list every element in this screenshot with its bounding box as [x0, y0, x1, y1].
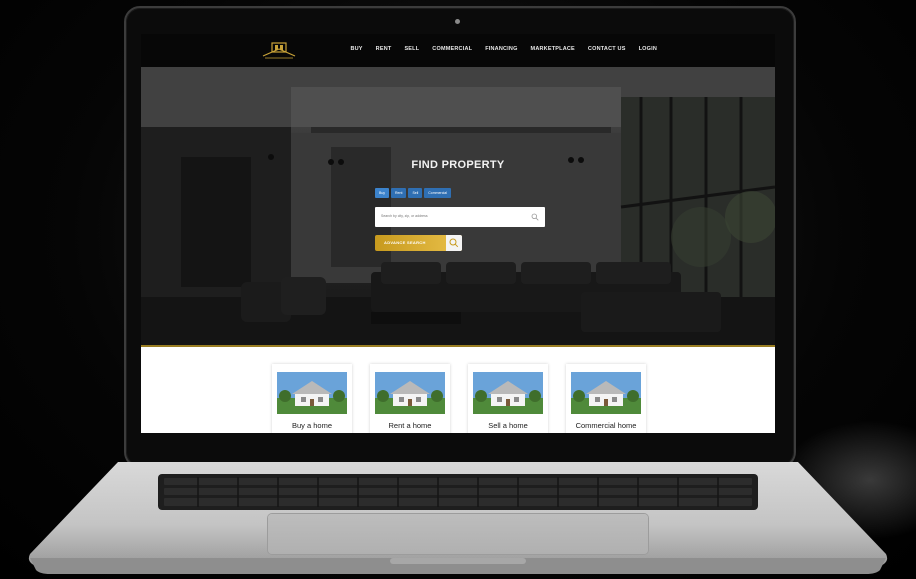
card-commercial-home[interactable]: Commercial home: [566, 364, 646, 433]
house-photo: [375, 372, 445, 414]
nav-commercial[interactable]: COMMERCIAL: [432, 46, 472, 52]
laptop-screen: BUY RENT SELL COMMERCIAL FINANCING MARKE…: [141, 34, 775, 433]
category-cards: Buy a home Rent a home Sell a home Comme…: [272, 364, 646, 433]
nav-sell[interactable]: SELL: [404, 46, 419, 52]
tab-sell[interactable]: Sell: [408, 188, 423, 198]
search-icon: [449, 238, 459, 248]
search-box: [375, 207, 545, 227]
hero-accent-line: [141, 345, 775, 347]
house-logo-icon[interactable]: [259, 40, 299, 60]
house-photo: [571, 372, 641, 414]
keyboard-keys: [164, 477, 752, 507]
card-rent-home[interactable]: Rent a home: [370, 364, 450, 433]
nav-marketplace[interactable]: MARKETPLACE: [531, 46, 575, 52]
card-label: Commercial home: [575, 421, 637, 430]
top-navigation: BUY RENT SELL COMMERCIAL FINANCING MARKE…: [141, 34, 775, 68]
card-label: Buy a home: [291, 421, 333, 430]
webcam: [455, 19, 460, 24]
nav-financing[interactable]: FINANCING: [485, 46, 517, 52]
tab-rent[interactable]: Rent: [391, 188, 407, 198]
nav-login[interactable]: LOGIN: [639, 46, 657, 52]
trackpad: [268, 514, 648, 554]
hero-title: FIND PROPERTY: [411, 159, 505, 171]
nav-rent[interactable]: RENT: [376, 46, 392, 52]
advance-search-label: ADVANCE SEARCH: [384, 240, 426, 245]
card-label: Rent a home: [388, 421, 432, 430]
card-buy-home[interactable]: Buy a home: [272, 364, 352, 433]
search-tabs: Buy Rent Sell Commercial: [375, 188, 451, 198]
house-photo: [277, 372, 347, 414]
nav-contact-us[interactable]: CONTACT US: [588, 46, 626, 52]
house-photo: [473, 372, 543, 414]
card-label: Sell a home: [488, 421, 528, 430]
keyboard: [158, 474, 758, 510]
tab-buy[interactable]: Buy: [375, 188, 390, 198]
nav-buy[interactable]: BUY: [350, 46, 362, 52]
interior-background-image: [141, 67, 775, 345]
advance-search-icon-box: [446, 235, 462, 251]
card-sell-home[interactable]: Sell a home: [468, 364, 548, 433]
search-icon[interactable]: [531, 213, 539, 221]
advance-search-button[interactable]: ADVANCE SEARCH: [375, 235, 462, 251]
tab-commercial[interactable]: Commercial: [424, 188, 451, 198]
search-input[interactable]: [381, 214, 521, 218]
hero-banner: [141, 67, 775, 345]
nav-links: BUY RENT SELL COMMERCIAL FINANCING MARKE…: [350, 46, 657, 52]
